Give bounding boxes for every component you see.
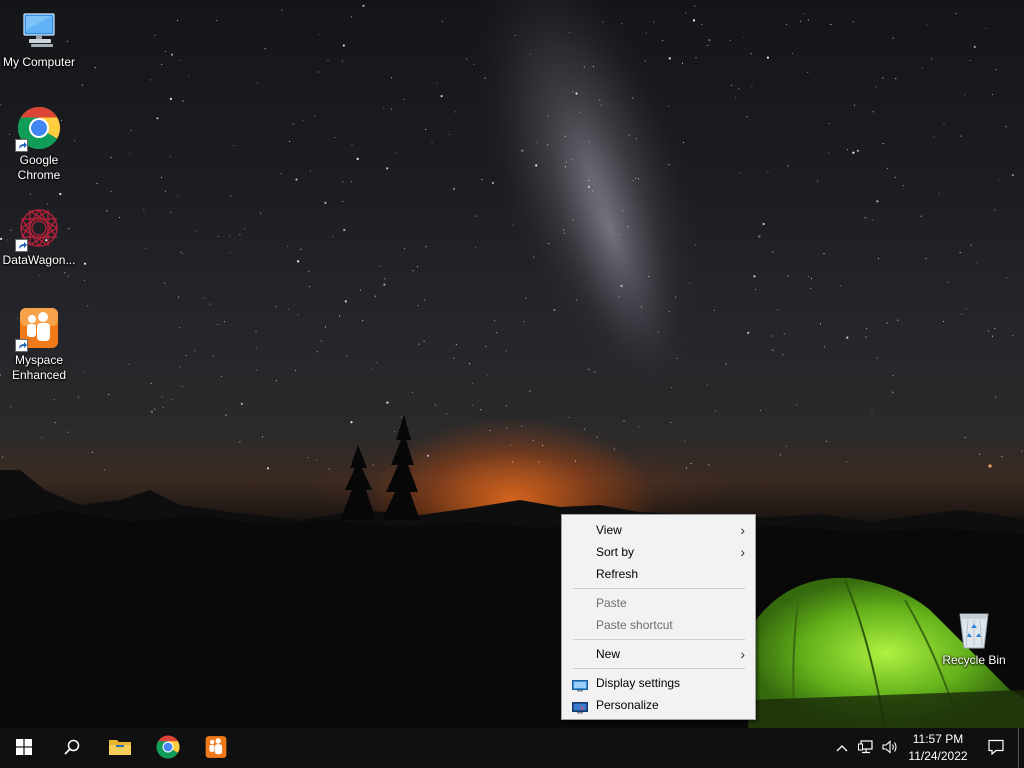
network-icon <box>858 739 874 757</box>
desktop-icon-myspace-enhanced[interactable]: Myspace Enhanced <box>0 306 78 383</box>
chevron-right-icon: › <box>740 522 745 538</box>
action-center-button[interactable] <box>974 728 1018 768</box>
menu-separator <box>573 588 745 589</box>
system-tray: 11:57 PM 11/24/2022 <box>830 728 1024 768</box>
menu-item-personalize[interactable]: Personalize <box>562 694 755 716</box>
myspace-enhanced-icon <box>204 735 228 762</box>
desktop-icon-label: DataWagon... <box>2 253 76 267</box>
search-button[interactable] <box>48 728 96 768</box>
taskbar-clock[interactable]: 11:57 PM 11/24/2022 <box>902 731 974 765</box>
taskbar-chrome[interactable] <box>144 728 192 768</box>
shortcut-arrow-icon <box>15 139 28 152</box>
menu-item-label: Refresh <box>596 567 639 581</box>
taskbar-file-explorer[interactable] <box>96 728 144 768</box>
chevron-right-icon: › <box>740 646 745 662</box>
myspace-enhanced-icon <box>15 306 61 352</box>
desktop-context-menu: View › Sort by › Refresh Paste Paste sho… <box>561 514 756 720</box>
desktop-icon-recycle-bin[interactable]: Recycle Bin <box>935 606 1013 668</box>
menu-item-paste-shortcut[interactable]: Paste shortcut <box>562 614 755 636</box>
menu-item-label: Paste <box>596 596 627 610</box>
start-icon <box>16 738 32 758</box>
chrome-icon <box>156 735 180 762</box>
menu-item-paste[interactable]: Paste <box>562 592 755 614</box>
menu-item-refresh[interactable]: Refresh <box>562 563 755 585</box>
my-computer-icon <box>17 8 61 52</box>
menu-item-label: Display settings <box>596 676 681 690</box>
clock-time: 11:57 PM <box>912 732 964 746</box>
show-desktop-button[interactable] <box>1018 728 1024 768</box>
taskbar: 11:57 PM 11/24/2022 <box>0 728 1024 768</box>
taskbar-myspace-enhanced[interactable] <box>192 728 240 768</box>
start-button[interactable] <box>0 728 48 768</box>
menu-item-sort-by[interactable]: Sort by › <box>562 541 755 563</box>
menu-separator <box>573 668 745 669</box>
volume-button[interactable] <box>878 728 902 768</box>
menu-item-label: New <box>596 647 621 661</box>
menu-item-label: Sort by <box>596 545 635 559</box>
volume-icon <box>882 739 898 757</box>
menu-item-view[interactable]: View › <box>562 519 755 541</box>
menu-item-label: Personalize <box>596 698 659 712</box>
menu-item-display-settings[interactable]: Display settings <box>562 672 755 694</box>
desktop-wallpaper[interactable] <box>0 0 1024 728</box>
menu-separator <box>573 639 745 640</box>
recycle-bin-icon <box>952 606 996 650</box>
clock-date: 11/24/2022 <box>908 749 968 763</box>
menu-item-label: Paste shortcut <box>596 618 673 632</box>
file-explorer-icon <box>108 737 132 760</box>
desktop-icon-label: Google Chrome <box>17 153 61 182</box>
desktop-icon-label: Myspace Enhanced <box>11 353 67 382</box>
chevron-right-icon: › <box>740 544 745 560</box>
action-center-icon <box>988 739 1004 758</box>
menu-item-label: View <box>596 523 622 537</box>
menu-item-new[interactable]: New › <box>562 643 755 665</box>
datawagon-icon <box>15 206 61 252</box>
desktop-icon-label: My Computer <box>2 55 76 69</box>
chevron-up-icon <box>836 741 848 755</box>
search-icon <box>64 739 80 758</box>
personalize-icon <box>572 699 588 714</box>
show-hidden-icons-button[interactable] <box>830 728 854 768</box>
milky-way-sky <box>0 0 1024 728</box>
desktop-icon-google-chrome[interactable]: Google Chrome <box>0 106 78 183</box>
network-button[interactable] <box>854 728 878 768</box>
shortcut-arrow-icon <box>15 339 28 352</box>
desktop-icon-my-computer[interactable]: My Computer <box>0 8 78 70</box>
desktop-icon-datawagon[interactable]: DataWagon... <box>0 206 78 268</box>
shortcut-arrow-icon <box>15 239 28 252</box>
chrome-icon <box>15 106 61 152</box>
display-settings-icon <box>572 677 588 692</box>
desktop-icon-label: Recycle Bin <box>942 653 1006 667</box>
